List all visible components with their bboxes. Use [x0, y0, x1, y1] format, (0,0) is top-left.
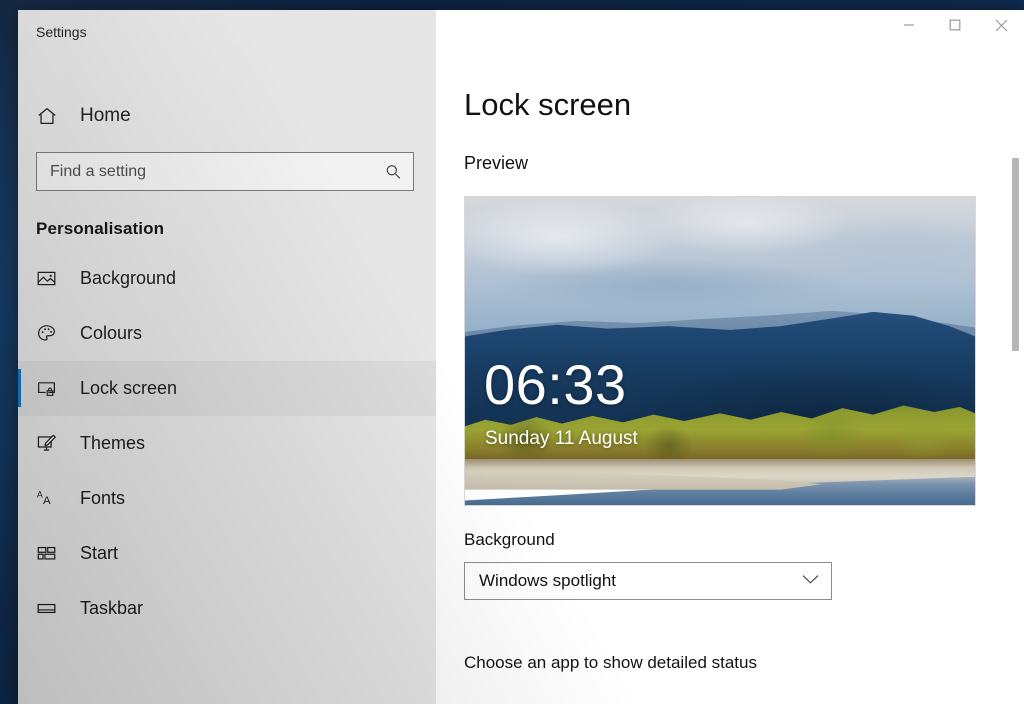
search-box[interactable]: [36, 152, 414, 191]
detailed-status-label: Choose an app to show detailed status: [464, 653, 757, 673]
sidebar-item-label: Taskbar: [80, 598, 144, 618]
sidebar-item-label: Colours: [80, 323, 143, 343]
minimize-icon: [904, 24, 914, 26]
sidebar-item-label: Start: [80, 543, 119, 563]
palette-icon: [36, 323, 66, 344]
home-icon: [36, 105, 66, 127]
preview-heading: Preview: [464, 153, 529, 174]
maximize-button[interactable]: [932, 10, 978, 40]
brush-icon: [36, 433, 66, 454]
search-input[interactable]: [37, 153, 413, 190]
window-controls: [436, 10, 1024, 58]
lock-screen-icon: [36, 378, 66, 399]
background-label: Background: [464, 530, 555, 550]
sidebar-item-background[interactable]: Background: [18, 251, 436, 306]
scrollbar-thumb[interactable]: [1012, 158, 1019, 351]
minimize-button[interactable]: [886, 10, 932, 40]
picture-icon: [36, 268, 66, 289]
svg-text:A: A: [43, 495, 51, 507]
title-bar: Settings: [18, 10, 1024, 58]
page-title: Lock screen: [464, 87, 632, 122]
taskbar-icon: [36, 598, 66, 619]
start-tiles-icon: [36, 543, 66, 564]
sidebar-item-lock-screen[interactable]: Lock screen: [18, 361, 436, 416]
sidebar-item-themes[interactable]: Themes: [18, 416, 436, 471]
svg-text:A: A: [37, 490, 43, 500]
chevron-down-icon: [802, 572, 819, 590]
sidebar-item-label: Lock screen: [80, 378, 178, 398]
desktop-wallpaper: Settings Home Find a setting Personalisa…: [0, 0, 1024, 704]
sidebar-item-start[interactable]: Start: [18, 526, 436, 581]
content-pane: Lock screen Preview 06:33 Sunday 11 Augu…: [436, 58, 1024, 704]
lock-screen-preview[interactable]: 06:33 Sunday 11 August: [464, 196, 976, 507]
settings-window: Settings Home Find a setting Personalisa…: [18, 10, 1024, 704]
close-button[interactable]: [978, 10, 1024, 40]
preview-clock: 06:33: [484, 353, 627, 417]
title-bar-left: Settings: [18, 10, 436, 58]
fonts-icon: A A: [36, 488, 66, 509]
sidebar-nav-list: Background Colours Lock screen Themes A …: [18, 251, 436, 636]
sidebar-item-label: Fonts: [80, 488, 126, 508]
content-scrollbar[interactable]: [1012, 158, 1019, 704]
sidebar: Home Personalisation: [18, 58, 436, 704]
close-icon: [995, 19, 1007, 31]
sidebar-item-fonts[interactable]: A A Fonts: [18, 471, 436, 526]
sidebar-item-label: Themes: [80, 433, 146, 453]
search-icon[interactable]: [385, 163, 402, 180]
sidebar-item-home[interactable]: Home: [18, 94, 436, 138]
sidebar-section-title: Personalisation: [36, 219, 165, 238]
sidebar-item-taskbar[interactable]: Taskbar: [18, 581, 436, 636]
background-dropdown-value: Windows spotlight: [479, 571, 617, 591]
window-body: Home Personalisation: [18, 58, 1024, 704]
background-dropdown[interactable]: Windows spotlight: [464, 562, 832, 601]
maximize-icon: [949, 19, 961, 31]
sidebar-home-label: Home: [80, 105, 131, 126]
sidebar-item-label: Background: [80, 268, 177, 288]
sidebar-item-colours[interactable]: Colours: [18, 306, 436, 361]
app-title: Settings: [36, 24, 87, 40]
preview-date: Sunday 11 August: [485, 428, 638, 450]
selection-accent-bar: [18, 369, 21, 407]
